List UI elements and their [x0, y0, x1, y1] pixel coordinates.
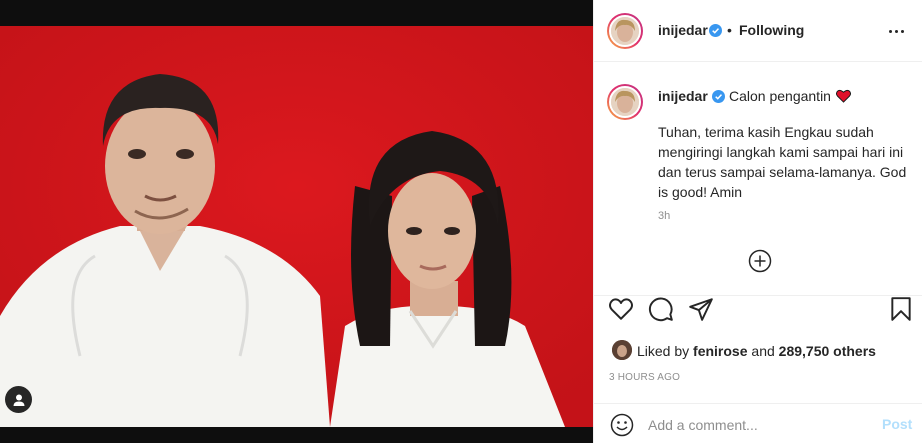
user-tag-icon[interactable] [5, 386, 32, 413]
comment-icon[interactable] [648, 296, 674, 322]
caption-time[interactable]: 3h [658, 210, 670, 222]
likes-joiner: and [751, 343, 775, 359]
comment-composer: Post [594, 403, 922, 443]
like-icon[interactable] [608, 296, 634, 322]
post-photo[interactable] [0, 26, 593, 427]
caption-username-group: inijedar [658, 88, 725, 106]
post-header: inijedar • Following [594, 0, 922, 62]
likes-prefix: Liked by [637, 343, 690, 359]
header-username[interactable]: inijedar [658, 22, 708, 38]
save-icon[interactable] [888, 296, 914, 322]
more-options-icon[interactable] [889, 25, 911, 37]
verified-icon [711, 90, 725, 103]
share-icon[interactable] [688, 296, 714, 322]
caption-title: Calon pengantin [729, 88, 831, 104]
comments-section: inijedar Calon pengantin Tuhan, terima k… [594, 62, 922, 295]
caption-avatar[interactable] [607, 84, 643, 120]
post-media[interactable] [0, 0, 593, 443]
likes-others[interactable]: 289,750 others [779, 343, 876, 359]
emoji-icon[interactable] [610, 413, 634, 437]
heart-emoji-icon [836, 89, 851, 103]
liker-avatar[interactable] [612, 340, 632, 360]
caption-text: Tuhan, terima kasih Engkau sudah mengiri… [658, 124, 907, 200]
likes-summary: Liked by fenirose and 289,750 others [637, 343, 876, 359]
header-separator: • [727, 22, 732, 38]
verified-icon [709, 24, 722, 37]
liker-username[interactable]: fenirose [693, 343, 747, 359]
post-timestamp[interactable]: 3 HOURS AGO [609, 372, 680, 383]
comment-input[interactable] [648, 414, 868, 436]
avatar[interactable] [607, 13, 643, 49]
likes-row: Liked by fenirose and 289,750 others [594, 339, 922, 363]
post-side-panel: inijedar • Following inijedar Calon peng… [593, 0, 922, 443]
load-more-icon[interactable] [748, 249, 772, 273]
caption-username[interactable]: inijedar [658, 88, 708, 104]
action-bar [594, 295, 922, 339]
follow-button[interactable]: Following [739, 22, 804, 38]
media-bottom-letterbox [0, 427, 593, 443]
media-top-letterbox [0, 0, 593, 26]
post-comment-button[interactable]: Post [882, 416, 912, 432]
